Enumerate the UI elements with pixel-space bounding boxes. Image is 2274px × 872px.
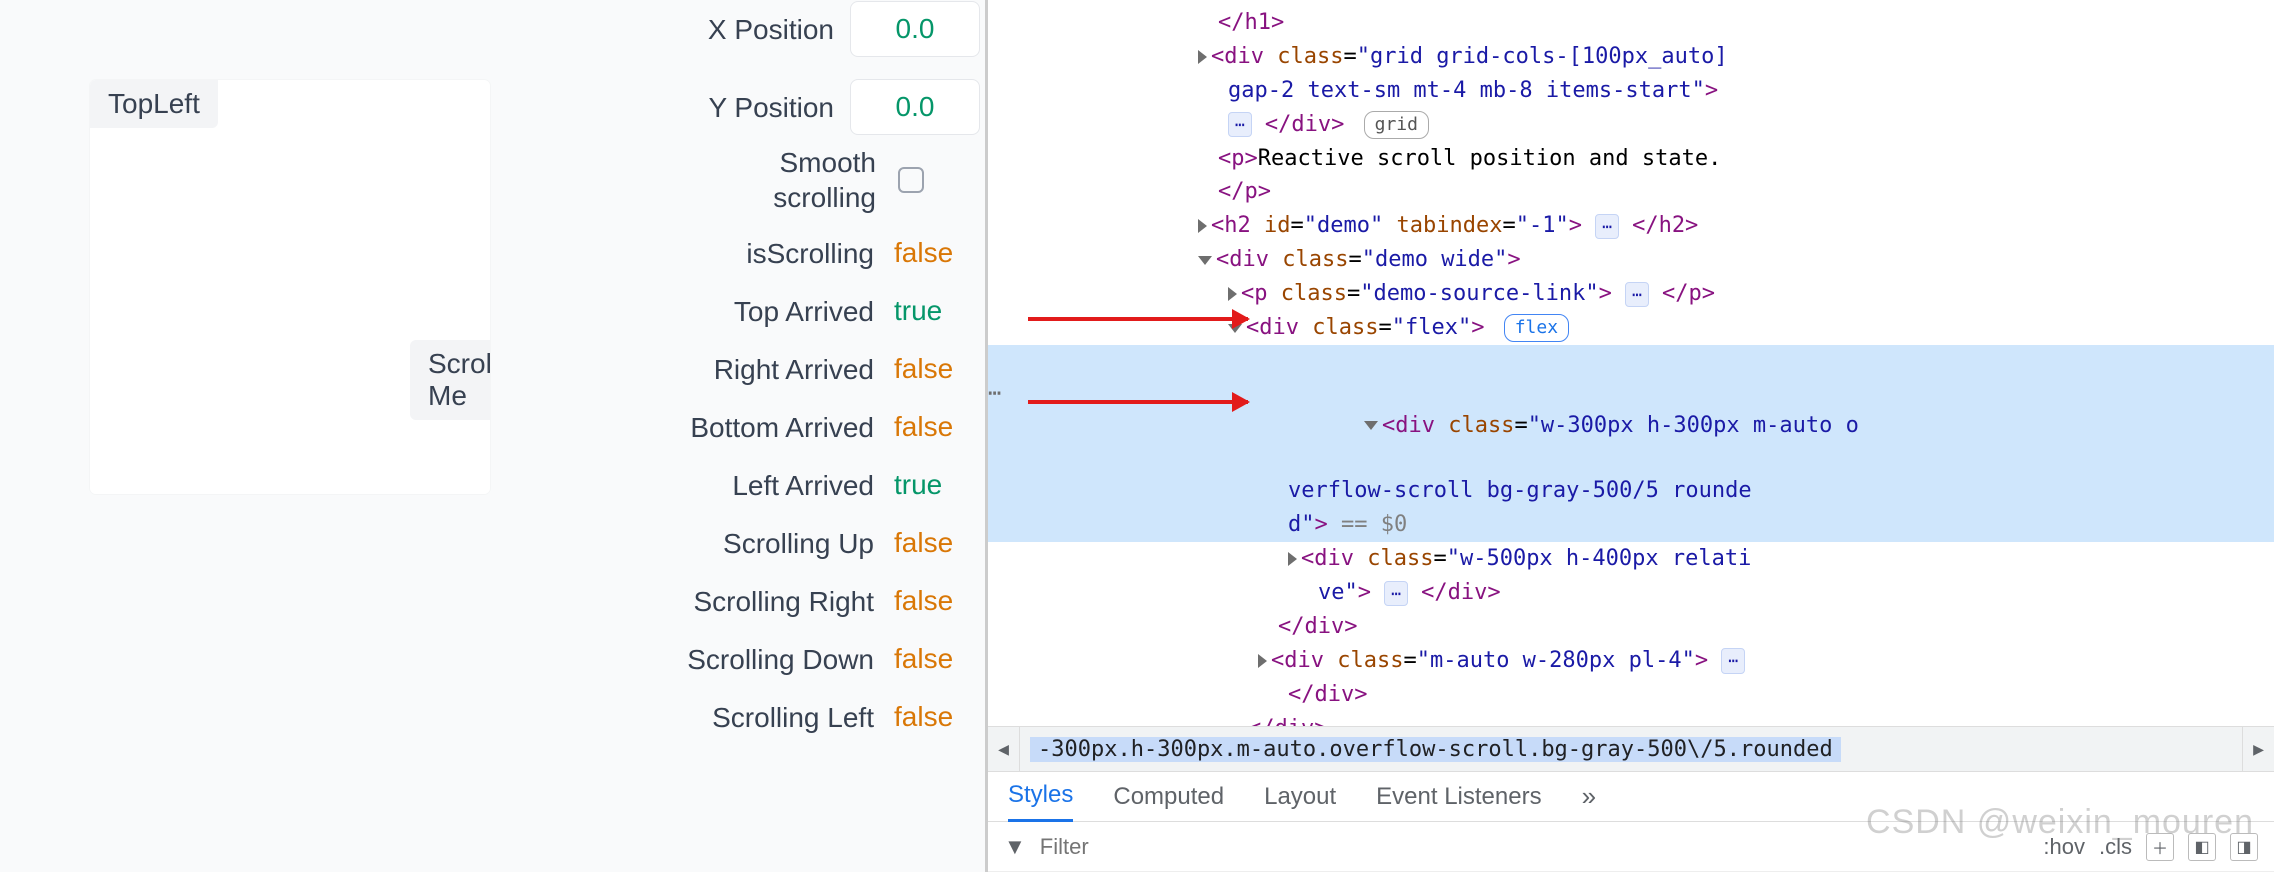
hov-toggle[interactable]: :hov <box>2043 834 2085 860</box>
label-bottom-arrived: Bottom Arrived <box>510 410 874 445</box>
value-scrolling-down: false <box>890 643 980 675</box>
ellipsis-icon[interactable]: ⋯ <box>1228 112 1252 137</box>
filter-input[interactable] <box>1040 834 1328 860</box>
badge-scrollme: Scroll Me <box>410 340 490 420</box>
value-left-arrived: true <box>890 469 980 501</box>
value-scrolling-left: false <box>890 701 980 733</box>
label-top-arrived: Top Arrived <box>510 294 874 329</box>
label-scrolling-down: Scrolling Down <box>510 642 874 677</box>
label-scrolling-up: Scrolling Up <box>510 526 874 561</box>
ellipsis-icon[interactable]: ⋯ <box>1721 648 1745 673</box>
label-y-position: Y Position <box>510 90 834 125</box>
tab-styles[interactable]: Styles <box>1008 771 1073 822</box>
cls-toggle[interactable]: .cls <box>2099 834 2132 860</box>
dom-breadcrumb[interactable]: ◀ -300px.h-300px.m-auto.overflow-scroll.… <box>988 726 2274 772</box>
flex-pill[interactable]: flex <box>1504 314 1569 342</box>
ellipsis-icon[interactable]: ⋯ <box>1384 581 1408 606</box>
elements-tree[interactable]: </h1> <div class="grid grid-cols-[100px_… <box>988 0 2274 726</box>
checkbox-smooth-scrolling[interactable] <box>898 167 924 193</box>
grid-pill[interactable]: grid <box>1364 111 1429 139</box>
value-scrolling-right: false <box>890 585 980 617</box>
expand-icon[interactable] <box>1198 50 1207 64</box>
tab-computed[interactable]: Computed <box>1113 773 1224 821</box>
annotation-arrow <box>1028 400 1248 404</box>
collapse-icon[interactable] <box>1198 256 1212 265</box>
badge-topleft: TopLeft <box>90 80 218 128</box>
label-isscrolling: isScrolling <box>510 236 874 271</box>
new-style-rule-icon[interactable]: ＋ <box>2146 833 2174 861</box>
collapse-icon[interactable] <box>1364 421 1378 430</box>
kebab-icon[interactable]: ⋯ <box>988 378 1003 410</box>
value-bottom-arrived: false <box>890 411 980 443</box>
input-x-position[interactable] <box>850 1 980 57</box>
tab-event-listeners[interactable]: Event Listeners <box>1376 773 1541 821</box>
selected-element[interactable]: ⋯ <div class="w-300px h-300px m-auto o <box>988 345 2274 475</box>
chevron-right-icon[interactable]: ▶ <box>2242 727 2274 771</box>
p-text: Reactive scroll position and state. <box>1258 146 1722 171</box>
value-scrolling-up: false <box>890 527 980 559</box>
input-y-position[interactable] <box>850 79 980 135</box>
expand-icon[interactable] <box>1228 287 1237 301</box>
props-panel: X Position Y Position Smooth scrolling i… <box>510 0 980 746</box>
styles-pane-icon[interactable]: ◧ <box>2188 833 2216 861</box>
ellipsis-icon[interactable]: ⋯ <box>1625 282 1649 307</box>
scroll-container[interactable]: TopLeft Scroll Me <box>90 80 490 494</box>
demo-page: TopLeft Scroll Me X Position Y Position … <box>0 0 988 872</box>
more-tabs-icon[interactable]: » <box>1582 781 1596 812</box>
value-right-arrived: false <box>890 353 980 385</box>
filter-icon: ▼ <box>1004 834 1026 860</box>
label-x-position: X Position <box>510 12 834 47</box>
ellipsis-icon[interactable]: ⋯ <box>1595 214 1619 239</box>
expand-icon[interactable] <box>1258 654 1267 668</box>
label-right-arrived: Right Arrived <box>510 352 874 387</box>
devtools-panel: </h1> <div class="grid grid-cols-[100px_… <box>988 0 2274 872</box>
label-left-arrived: Left Arrived <box>510 468 874 503</box>
value-top-arrived: true <box>890 295 980 327</box>
chevron-left-icon[interactable]: ◀ <box>988 727 1020 771</box>
styles-tabs: Styles Computed Layout Event Listeners » <box>988 772 2274 822</box>
styles-pane-icon[interactable]: ◨ <box>2230 833 2258 861</box>
annotation-arrow <box>1028 317 1248 321</box>
breadcrumb-selected[interactable]: -300px.h-300px.m-auto.overflow-scroll.bg… <box>1030 737 1841 762</box>
label-scrolling-left: Scrolling Left <box>510 700 874 735</box>
label-scrolling-right: Scrolling Right <box>510 584 874 619</box>
label-smooth-scrolling: Smooth scrolling <box>510 145 876 215</box>
styles-filter-bar: ▼ :hov .cls ＋ ◧ ◨ <box>988 822 2274 872</box>
value-isscrolling: false <box>890 237 980 269</box>
expand-icon[interactable] <box>1288 552 1297 566</box>
expand-icon[interactable] <box>1198 219 1207 233</box>
tab-layout[interactable]: Layout <box>1264 773 1336 821</box>
